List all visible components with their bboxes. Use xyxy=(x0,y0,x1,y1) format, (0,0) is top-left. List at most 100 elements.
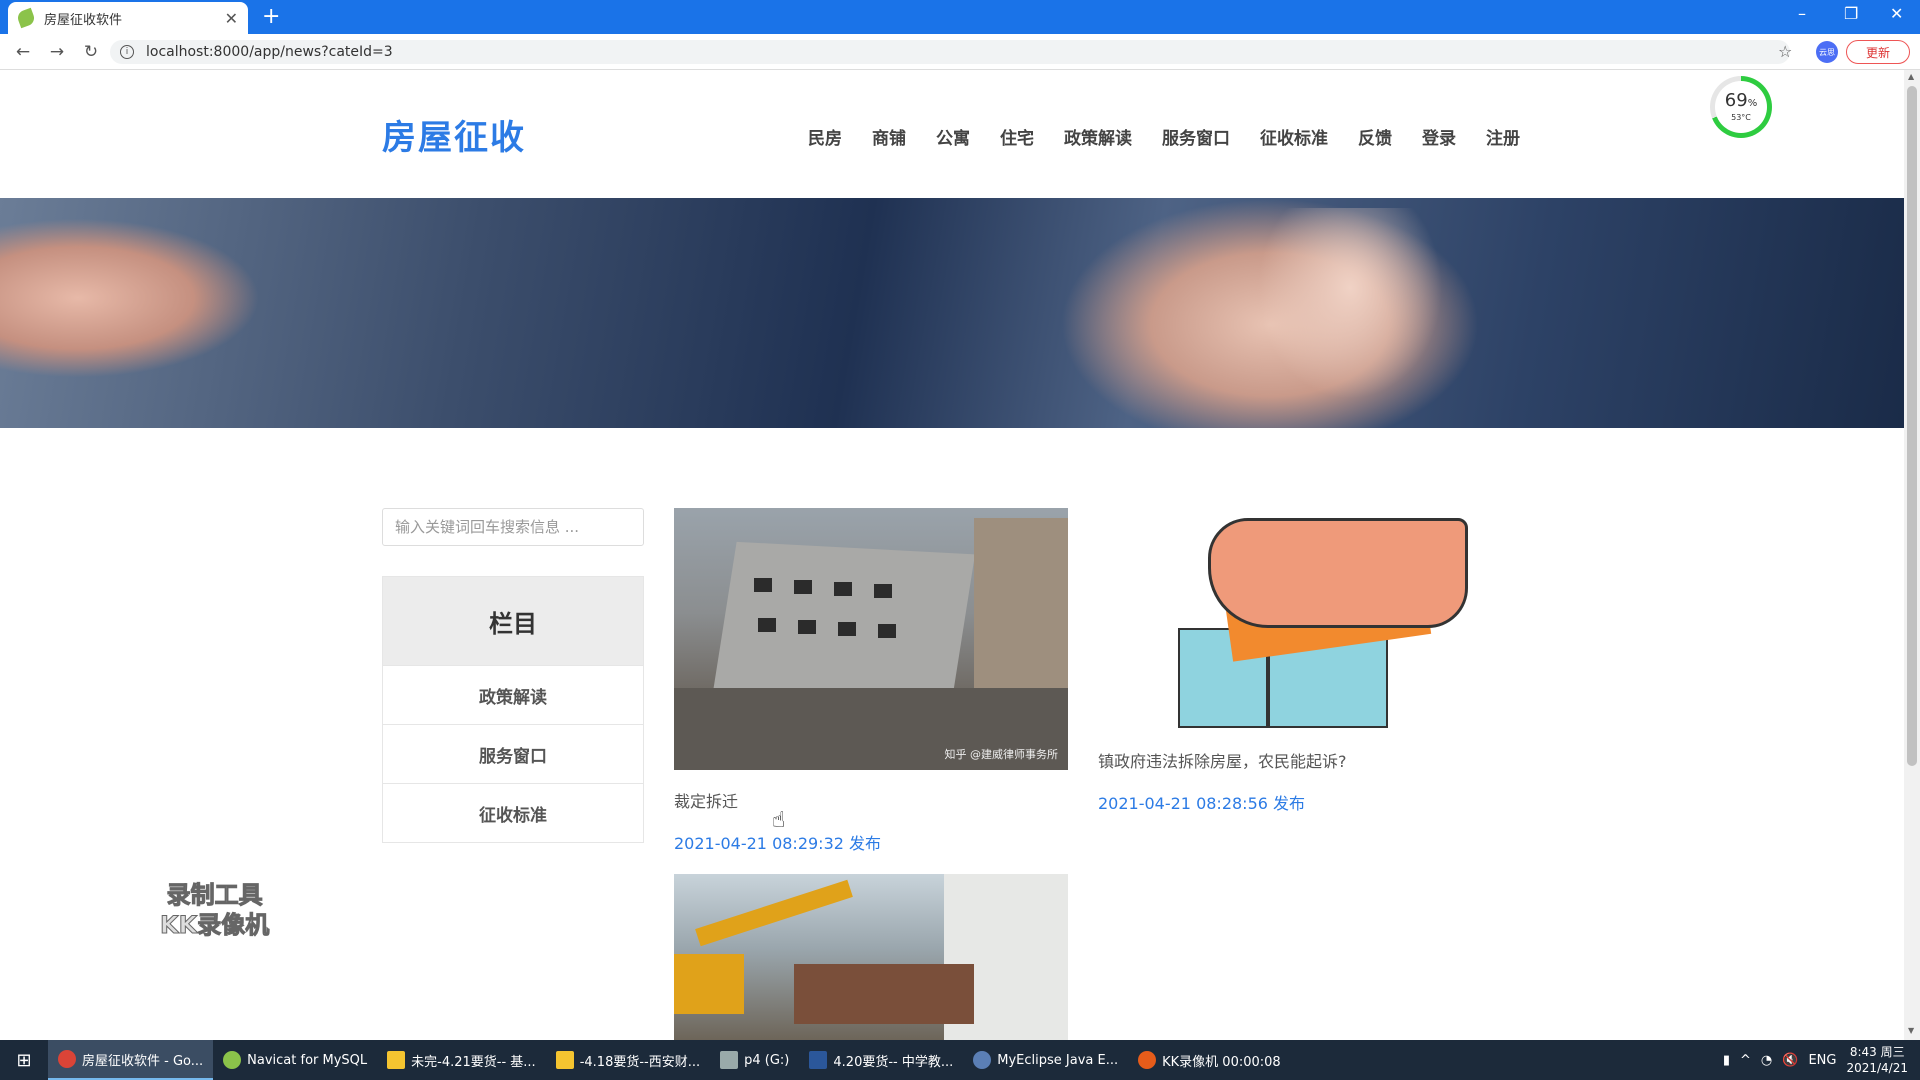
windows-start-icon[interactable]: ⊞ xyxy=(0,1040,48,1080)
news-card[interactable]: 知乎 @建威律师事务所 裁定拆迁 2021-04-21 08:29:32 发布 xyxy=(674,508,1068,854)
window xyxy=(874,584,892,598)
folder-icon xyxy=(387,1051,406,1069)
banner-hand-highlight xyxy=(1250,208,1450,408)
kk-recorder-icon xyxy=(1138,1051,1157,1069)
main-nav: 民房 商铺 公寓 住宅 政策解读 服务窗口 征收标准 反馈 登录 注册 xyxy=(808,124,1520,149)
news-title[interactable]: 裁定拆迁 xyxy=(674,788,1068,812)
news-title[interactable]: 镇政府违法拆除房屋，农民能起诉? xyxy=(1098,748,1492,772)
nav-item-minfang[interactable]: 民房 xyxy=(808,124,842,149)
news-card[interactable] xyxy=(674,874,1068,1040)
word-icon xyxy=(809,1051,828,1069)
system-monitor-gauge[interactable]: 69% 53°C xyxy=(1710,76,1772,138)
excavator-arm xyxy=(695,879,853,947)
news-card[interactable]: 镇政府违法拆除房屋，农民能起诉? 2021-04-21 08:28:56 发布 xyxy=(1098,508,1492,814)
folder-icon xyxy=(555,1051,574,1069)
update-button[interactable]: 更新 xyxy=(1846,40,1910,64)
myeclipse-icon xyxy=(973,1051,992,1069)
close-window-icon[interactable]: ✕ xyxy=(1890,4,1903,23)
system-tray: ▮ ^ ◔ 🔇 ENG 8:43 周三 2021/4/21 xyxy=(1723,1040,1920,1080)
nav-item-login[interactable]: 登录 xyxy=(1422,124,1456,149)
site-logo[interactable]: 房屋征收 xyxy=(382,110,526,159)
input-language[interactable]: ENG xyxy=(1808,1053,1836,1068)
hand-cursor-icon: ☝ xyxy=(772,808,786,833)
forward-icon[interactable]: → xyxy=(40,42,74,62)
taskbar-item-kk-recorder[interactable]: KK录像机 00:00:08 xyxy=(1128,1040,1291,1080)
window xyxy=(878,624,896,638)
recorder-watermark: 录制工具 KK录像机 xyxy=(159,881,270,940)
nav-item-policy[interactable]: 政策解读 xyxy=(1064,124,1132,149)
taskbar-item-myeclipse[interactable]: MyEclipse Java E... xyxy=(963,1040,1128,1080)
nav-item-gongyu[interactable]: 公寓 xyxy=(936,124,970,149)
news-date: 2021-04-21 08:29:32 发布 xyxy=(674,834,882,853)
gauge-temp: 53°C xyxy=(1731,113,1751,122)
taskbar-item-chrome[interactable]: 房屋征收软件 - Go... xyxy=(48,1040,214,1080)
banner-hand-left xyxy=(0,218,260,378)
window xyxy=(834,582,852,596)
battery-icon[interactable]: ▮ xyxy=(1723,1053,1730,1068)
nav-item-standard[interactable]: 征收标准 xyxy=(1260,124,1328,149)
gauge-percent: 69% xyxy=(1724,90,1758,111)
category-item-policy[interactable]: 政策解读 xyxy=(383,665,643,724)
taskbar-item-word[interactable]: 4.20要货-- 中学教... xyxy=(799,1040,963,1080)
web-page: 房屋征收 民房 商铺 公寓 住宅 政策解读 服务窗口 征收标准 反馈 登录 注册… xyxy=(0,70,1904,1040)
news-image-fist-cartoon[interactable] xyxy=(1098,508,1492,730)
leaf-favicon-icon xyxy=(15,7,37,29)
window xyxy=(794,580,812,594)
scroll-down-icon[interactable]: ▼ xyxy=(1908,1026,1914,1035)
browser-tabbar: 房屋征收软件 ✕ + – ❐ ✕ xyxy=(0,0,1920,34)
browser-tab[interactable]: 房屋征收软件 ✕ xyxy=(8,2,248,34)
nav-item-shangpu[interactable]: 商铺 xyxy=(872,124,906,149)
windows-taskbar: ⊞ 房屋征收软件 - Go... Navicat for MySQL 未完-4.… xyxy=(0,1040,1920,1080)
gauge-inner: 69% 53°C xyxy=(1715,81,1767,133)
category-panel: 栏目 政策解读 服务窗口 征收标准 xyxy=(382,576,644,843)
scroll-up-icon[interactable]: ▲ xyxy=(1908,72,1914,81)
url-text: localhost:8000/app/news?cateId=3 xyxy=(146,44,393,60)
nav-item-register[interactable]: 注册 xyxy=(1486,124,1520,149)
tab-title: 房屋征收软件 xyxy=(44,12,123,28)
address-bar-row: ← → ↻ i localhost:8000/app/news?cateId=3… xyxy=(0,34,1920,70)
nav-item-zhuzhai[interactable]: 住宅 xyxy=(1000,124,1034,149)
taskbar-item-folder2[interactable]: -4.18要货--西安财... xyxy=(546,1040,710,1080)
new-tab-icon[interactable]: + xyxy=(262,4,280,29)
news-image-excavator[interactable] xyxy=(674,874,1068,1040)
tray-expand-icon[interactable]: ^ xyxy=(1740,1053,1751,1068)
hero-banner-image xyxy=(0,198,1904,428)
category-item-standard[interactable]: 征收标准 xyxy=(383,783,643,842)
profile-avatar[interactable]: 云思 xyxy=(1816,41,1838,63)
close-tab-icon[interactable]: ✕ xyxy=(225,9,238,28)
demolished-house xyxy=(794,964,974,1024)
excavator-cab xyxy=(674,954,744,1014)
news-date: 2021-04-21 08:28:56 发布 xyxy=(1098,794,1306,813)
url-field[interactable]: i localhost:8000/app/news?cateId=3 xyxy=(110,40,1790,64)
news-image-collapsed-building[interactable]: 知乎 @建威律师事务所 xyxy=(674,508,1068,770)
cartoon-fist xyxy=(1208,518,1468,628)
window xyxy=(798,620,816,634)
search-input[interactable] xyxy=(382,508,644,546)
reload-icon[interactable]: ↻ xyxy=(74,42,108,62)
category-item-service[interactable]: 服务窗口 xyxy=(383,724,643,783)
image-watermark: 知乎 @建威律师事务所 xyxy=(944,748,1059,761)
clock[interactable]: 8:43 周三 2021/4/21 xyxy=(1846,1044,1908,1076)
window xyxy=(754,578,772,592)
category-header: 栏目 xyxy=(383,577,643,665)
taskbar-item-drive[interactable]: p4 (G:) xyxy=(710,1040,799,1080)
site-info-icon[interactable]: i xyxy=(120,45,134,59)
scrollbar-thumb[interactable] xyxy=(1907,86,1917,766)
page-scrollbar[interactable]: ▲ ▼ xyxy=(1904,70,1920,1040)
taskbar-item-folder1[interactable]: 未完-4.21要货-- 基... xyxy=(377,1040,546,1080)
restore-icon[interactable]: ❐ xyxy=(1844,4,1858,23)
navicat-icon xyxy=(223,1051,242,1069)
drive-icon xyxy=(720,1051,739,1069)
back-icon[interactable]: ← xyxy=(6,42,40,62)
chrome-icon xyxy=(58,1050,76,1068)
volume-muted-icon[interactable]: 🔇 xyxy=(1782,1053,1798,1068)
nav-item-service[interactable]: 服务窗口 xyxy=(1162,124,1230,149)
background-building xyxy=(974,518,1068,708)
taskbar-item-navicat[interactable]: Navicat for MySQL xyxy=(213,1040,377,1080)
nav-item-feedback[interactable]: 反馈 xyxy=(1358,124,1392,149)
network-icon[interactable]: ◔ xyxy=(1761,1053,1772,1068)
bookmark-star-icon[interactable]: ☆ xyxy=(1778,42,1792,61)
window xyxy=(838,622,856,636)
minimize-icon[interactable]: – xyxy=(1798,4,1806,23)
window xyxy=(758,618,776,632)
